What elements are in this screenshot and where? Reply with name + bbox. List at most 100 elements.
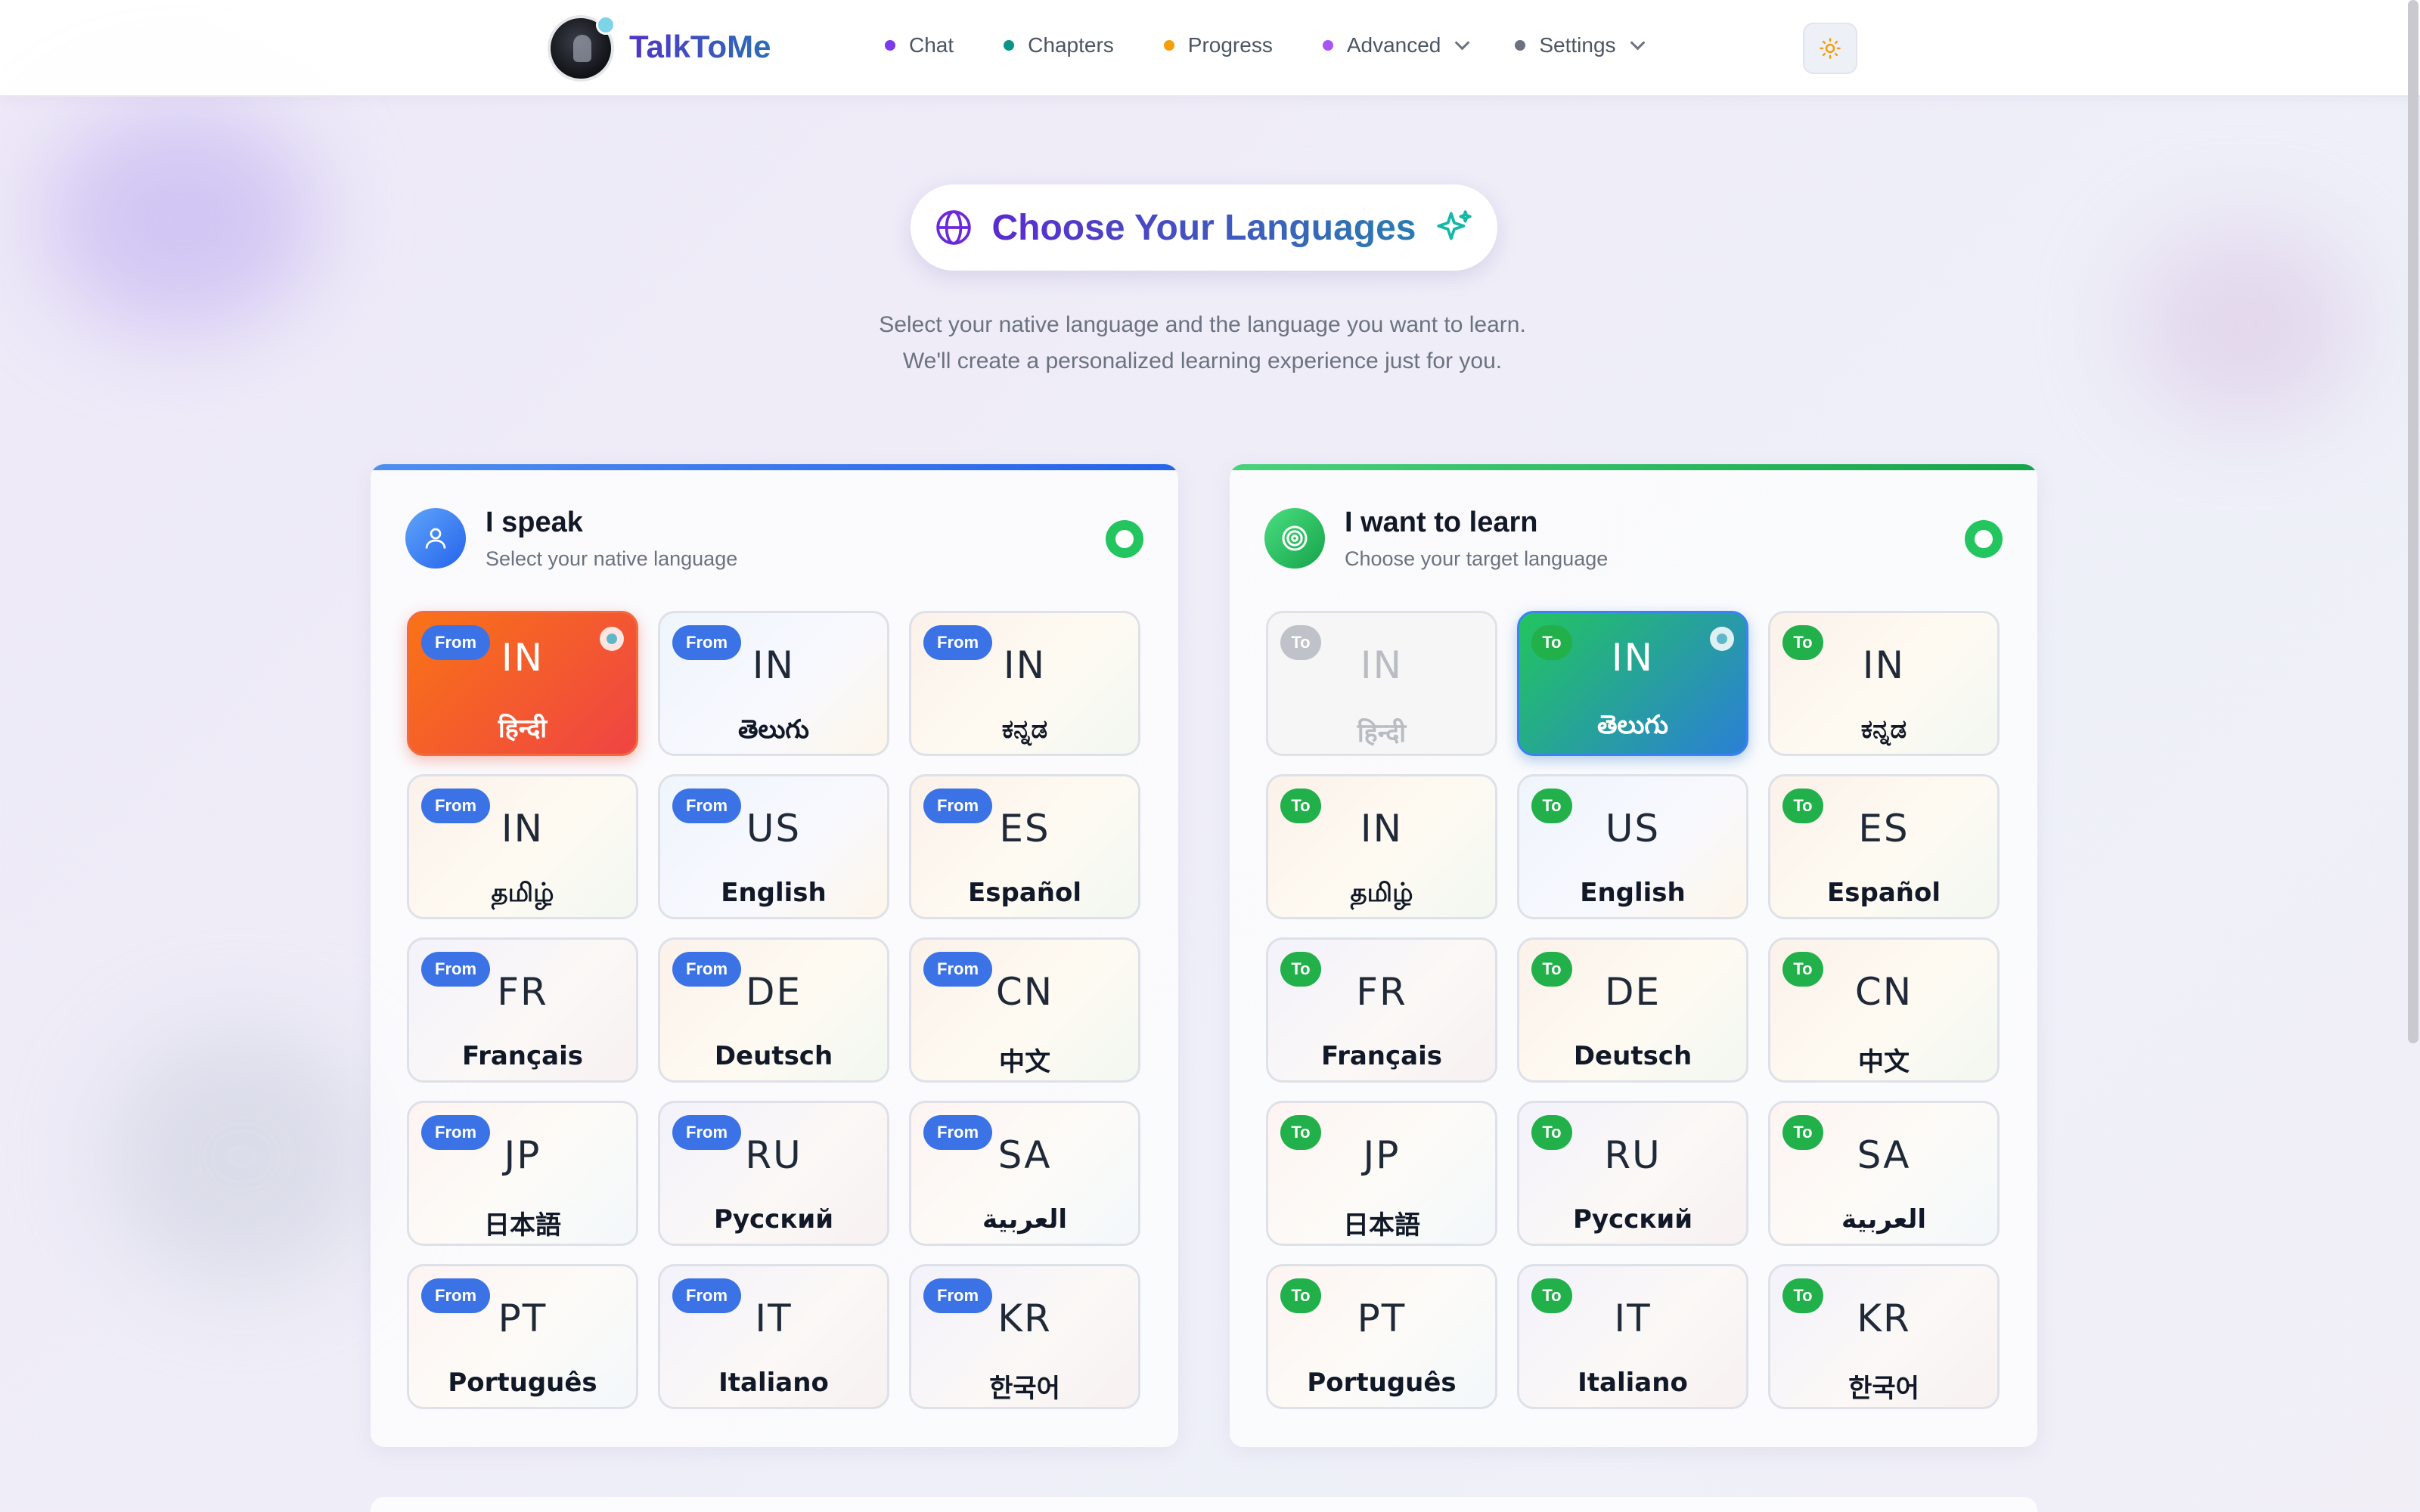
language-name: Русский bbox=[713, 1204, 834, 1235]
from-language-card[interactable]: From IN हिन्दी bbox=[407, 611, 638, 756]
main-nav: Chat Chapters Progress Advanced Settings bbox=[885, 33, 1690, 57]
target-status-indicator bbox=[1965, 520, 2003, 558]
nav-dot-icon bbox=[1515, 40, 1526, 51]
language-country-code: IN bbox=[1862, 643, 1906, 687]
from-language-card[interactable]: From US English bbox=[658, 774, 889, 919]
page-scrollbar[interactable] bbox=[2408, 0, 2418, 1043]
from-language-card[interactable]: From JP 日本語 bbox=[407, 1101, 638, 1246]
to-language-card[interactable]: To IN ಕನ್ನಡ bbox=[1768, 611, 2000, 756]
nav-item-chat[interactable]: Chat bbox=[885, 33, 954, 57]
from-language-card[interactable]: From DE Deutsch bbox=[658, 937, 889, 1083]
language-name: 中文 bbox=[1858, 1047, 1910, 1077]
nav-item-advanced[interactable]: Advanced bbox=[1322, 33, 1470, 57]
language-country-code: RU bbox=[1604, 1133, 1661, 1177]
next-section-card bbox=[371, 1497, 2037, 1512]
from-language-card[interactable]: From KR 한국어 bbox=[909, 1264, 1140, 1409]
chevron-down-icon bbox=[1455, 35, 1470, 51]
language-name: हिन्दी bbox=[1357, 718, 1407, 748]
native-panel-subheading: Select your native language bbox=[486, 547, 738, 570]
from-language-card[interactable]: From IN தமிழ் bbox=[407, 774, 638, 919]
language-name: हिन्दी bbox=[498, 714, 548, 744]
app-logo[interactable] bbox=[548, 15, 616, 82]
nav-item-label: Advanced bbox=[1346, 33, 1441, 57]
nav-item-settings[interactable]: Settings bbox=[1515, 33, 1645, 57]
language-country-code: CN bbox=[1854, 970, 1913, 1014]
to-language-card[interactable]: To IN తెలుగు bbox=[1517, 611, 1748, 756]
to-language-card[interactable]: To SA العربية bbox=[1768, 1101, 2000, 1246]
to-language-card[interactable]: To FR Français bbox=[1266, 937, 1497, 1083]
language-country-code: ES bbox=[1858, 807, 1910, 850]
language-name: 中文 bbox=[999, 1047, 1050, 1077]
from-language-card[interactable]: From RU Русский bbox=[658, 1101, 889, 1246]
nav-item-progress[interactable]: Progress bbox=[1163, 33, 1273, 57]
language-name: Español bbox=[968, 878, 1081, 908]
nav-item-label: Chapters bbox=[1028, 33, 1114, 57]
language-name: العربية bbox=[1841, 1204, 1927, 1235]
language-country-code: FR bbox=[497, 970, 548, 1014]
language-country-code: SA bbox=[1857, 1133, 1911, 1177]
target-language-panel: I want to learn Choose your target langu… bbox=[1230, 464, 2037, 1447]
nav-dot-icon bbox=[1004, 40, 1015, 51]
target-language-grid: To IN हिन्दी To IN తెలుగు To IN ಕನ್ನಡ To IN தமிழ் To… bbox=[1266, 611, 2000, 1409]
to-language-card[interactable]: To RU Русский bbox=[1517, 1101, 1748, 1246]
from-language-card[interactable]: From IN తెలుగు bbox=[658, 611, 889, 756]
brand-name[interactable]: TalkToMe bbox=[629, 29, 771, 65]
language-country-code: US bbox=[1605, 807, 1661, 850]
to-language-card[interactable]: To ES Español bbox=[1768, 774, 2000, 919]
nav-item-chapters[interactable]: Chapters bbox=[1004, 33, 1114, 57]
from-language-card[interactable]: From FR Français bbox=[407, 937, 638, 1083]
panel-accent-bar bbox=[1230, 464, 2037, 470]
language-name: Italiano bbox=[1578, 1368, 1688, 1398]
language-country-code: DE bbox=[745, 970, 802, 1014]
panel-accent-bar bbox=[371, 464, 1178, 470]
to-language-card[interactable]: To JP 日本語 bbox=[1266, 1101, 1497, 1246]
nav-item-label: Chat bbox=[909, 33, 954, 57]
to-language-card[interactable]: To IN தமிழ் bbox=[1266, 774, 1497, 919]
native-status-indicator bbox=[1106, 520, 1143, 558]
language-country-code: DE bbox=[1604, 970, 1661, 1014]
page-subtitle: Select your native language and the lang… bbox=[879, 312, 1526, 373]
nav-dot-icon bbox=[885, 40, 895, 51]
to-language-card[interactable]: To PT Português bbox=[1266, 1264, 1497, 1409]
from-language-card[interactable]: From ES Español bbox=[909, 774, 1140, 919]
language-country-code: US bbox=[746, 807, 802, 850]
to-language-card[interactable]: To KR 한국어 bbox=[1768, 1264, 2000, 1409]
to-language-card[interactable]: To DE Deutsch bbox=[1517, 937, 1748, 1083]
language-name: Русский bbox=[1572, 1204, 1693, 1235]
to-language-card[interactable]: To CN 中文 bbox=[1768, 937, 2000, 1083]
language-country-code: IN bbox=[1003, 643, 1047, 687]
from-language-card[interactable]: From PT Português bbox=[407, 1264, 638, 1409]
language-country-code: JP bbox=[504, 1133, 541, 1177]
language-country-code: RU bbox=[745, 1133, 802, 1177]
language-country-code: PT bbox=[1357, 1297, 1407, 1340]
to-language-card[interactable]: To US English bbox=[1517, 774, 1748, 919]
native-language-grid: From IN हिन्दी From IN తెలుగు From IN ಕನ್ನಡ From I… bbox=[407, 611, 1140, 1409]
language-country-code: IN bbox=[1360, 643, 1404, 687]
language-name: العربية bbox=[982, 1204, 1068, 1235]
language-name: 日本語 bbox=[484, 1210, 561, 1241]
language-name: Deutsch bbox=[714, 1041, 833, 1071]
language-country-code: KR bbox=[997, 1297, 1052, 1340]
nav-item-label: Settings bbox=[1539, 33, 1616, 57]
language-country-code: FR bbox=[1356, 970, 1407, 1014]
from-language-card[interactable]: From SA العربية bbox=[909, 1101, 1140, 1246]
language-country-code: IN bbox=[1360, 807, 1404, 850]
language-country-code: IT bbox=[755, 1297, 793, 1340]
page-title-pill: Choose Your Languages bbox=[911, 184, 1497, 271]
language-country-code: SA bbox=[997, 1133, 1052, 1177]
language-name: ಕನ್ನಡ bbox=[1860, 714, 1907, 745]
language-name: Français bbox=[1321, 1041, 1442, 1071]
from-language-card[interactable]: From IN ಕನ್ನಡ bbox=[909, 611, 1140, 756]
selected-check-icon bbox=[600, 627, 624, 651]
language-name: 한국어 bbox=[989, 1374, 1060, 1404]
from-language-card[interactable]: From IT Italiano bbox=[658, 1264, 889, 1409]
language-name: తెలుగు bbox=[738, 714, 809, 745]
language-name: Italiano bbox=[718, 1368, 829, 1398]
theme-toggle-button[interactable] bbox=[1803, 23, 1857, 74]
chevron-down-icon bbox=[1630, 35, 1645, 51]
language-country-code: PT bbox=[498, 1297, 548, 1340]
language-name: Deutsch bbox=[1573, 1041, 1692, 1071]
from-language-card[interactable]: From CN 中文 bbox=[909, 937, 1140, 1083]
to-language-card[interactable]: To IT Italiano bbox=[1517, 1264, 1748, 1409]
native-language-panel: I speak Select your native language From… bbox=[371, 464, 1178, 1447]
